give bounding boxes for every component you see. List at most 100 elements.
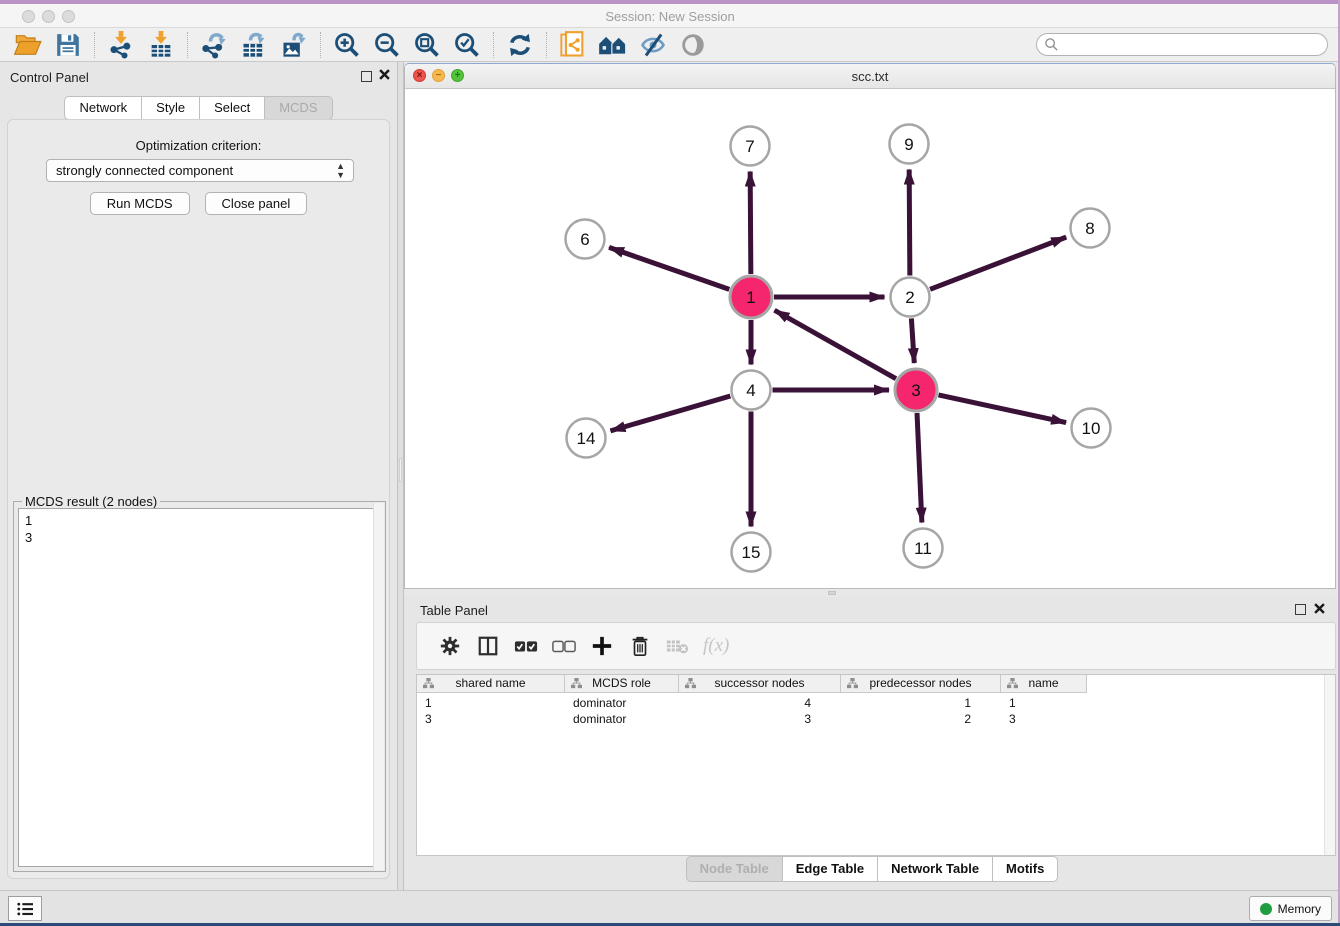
result-scrollbar[interactable] [373, 503, 384, 870]
import-table-icon[interactable] [146, 31, 176, 59]
table-cell[interactable]: 2 [841, 711, 1001, 727]
graph-edge-4-14[interactable] [610, 396, 730, 431]
open-session-icon[interactable] [13, 31, 43, 59]
home-icon[interactable] [598, 31, 628, 59]
function-builder-icon: f(x) [703, 635, 729, 657]
table-cell[interactable]: 3 [1001, 711, 1087, 727]
memory-status-icon [1260, 903, 1272, 915]
mcds-result-groupbox: MCDS result (2 nodes) 1 3 [13, 501, 386, 872]
table-tabs: Node Table Edge Table Network Table Moti… [404, 856, 1340, 882]
column-header-shared-name[interactable]: shared name [417, 675, 565, 693]
delete-column-icon[interactable] [627, 633, 653, 659]
column-header-name[interactable]: name [1001, 675, 1087, 693]
memory-button[interactable]: Memory [1249, 896, 1332, 921]
table-row[interactable]: 1dominator411 [417, 695, 1087, 711]
table-row[interactable]: 3dominator323 [417, 711, 1087, 727]
hierarchy-icon [423, 678, 434, 689]
control-panel-tabs: Network Style Select MCDS [0, 96, 397, 120]
export-network-icon[interactable] [199, 31, 229, 59]
delete-table-icon [665, 633, 691, 659]
table-cell[interactable]: 4 [679, 695, 841, 711]
close-panel-icon[interactable] [1314, 603, 1325, 614]
column-layout-icon[interactable] [475, 633, 501, 659]
graph-edge-2-9[interactable] [909, 169, 910, 275]
column-header-successor-nodes[interactable]: successor nodes [679, 675, 841, 693]
tab-mcds[interactable]: MCDS [265, 96, 332, 120]
tab-network-table[interactable]: Network Table [878, 856, 993, 882]
criterion-value: strongly connected component [56, 163, 233, 178]
table-scrollbar[interactable] [1324, 675, 1335, 855]
float-panel-icon[interactable] [361, 71, 372, 82]
mcds-result-text[interactable]: 1 3 [18, 508, 381, 867]
network-file-icon[interactable] [558, 31, 588, 59]
export-image-icon[interactable] [279, 31, 309, 59]
splitter-grip[interactable] [828, 591, 836, 595]
graph-node-label: 11 [914, 539, 932, 558]
horizontal-splitter[interactable] [404, 589, 1340, 596]
app-title: Session: New Session [0, 9, 1340, 24]
graph-node-label: 9 [904, 135, 913, 154]
close-panel-icon[interactable] [379, 69, 390, 80]
graph-edge-1-7[interactable] [750, 171, 751, 274]
table-cell[interactable]: 1 [841, 695, 1001, 711]
control-panel-title: Control Panel [10, 70, 89, 85]
run-mcds-button[interactable]: Run MCDS [90, 192, 190, 215]
close-panel-button[interactable]: Close panel [205, 192, 308, 215]
column-header-MCDS-role[interactable]: MCDS role [565, 675, 679, 693]
settings-gear-icon[interactable] [437, 633, 463, 659]
graph-node-label: 15 [742, 543, 761, 562]
tab-select[interactable]: Select [200, 96, 265, 120]
export-table-icon[interactable] [239, 31, 269, 59]
tab-edge-table[interactable]: Edge Table [783, 856, 878, 882]
criterion-dropdown[interactable]: strongly connected component ▲▼ [46, 159, 354, 182]
refresh-icon[interactable] [505, 31, 535, 59]
table-cell[interactable]: dominator [565, 711, 679, 727]
toolbar-separator [187, 32, 188, 58]
import-network-icon[interactable] [106, 31, 136, 59]
table-cell[interactable]: 1 [417, 695, 565, 711]
tab-network[interactable]: Network [64, 96, 142, 120]
graph-node-label: 2 [905, 288, 914, 307]
table-cell[interactable]: 3 [417, 711, 565, 727]
zoom-selected-icon[interactable] [452, 31, 482, 59]
splitter-grip[interactable] [399, 458, 402, 482]
graph-edge-3-10[interactable] [938, 395, 1066, 423]
title-bar: Session: New Session [0, 4, 1340, 28]
deselect-all-icon[interactable] [551, 633, 577, 659]
zoom-in-icon[interactable] [332, 31, 362, 59]
task-history-button[interactable] [8, 896, 42, 921]
zoom-out-icon[interactable] [372, 31, 402, 59]
table-cell[interactable]: 3 [679, 711, 841, 727]
show-icon[interactable] [678, 31, 708, 59]
float-panel-icon[interactable] [1295, 604, 1306, 615]
graph-edge-2-3[interactable] [911, 318, 914, 363]
table-cell[interactable]: 1 [1001, 695, 1087, 711]
mcds-panel: Optimization criterion: strongly connect… [7, 119, 390, 879]
column-header-predecessor-nodes[interactable]: predecessor nodes [841, 675, 1001, 693]
graph-edge-1-6[interactable] [609, 247, 729, 289]
add-column-icon[interactable] [589, 633, 615, 659]
graph-edge-2-8[interactable] [930, 237, 1066, 289]
vertical-splitter[interactable] [397, 62, 404, 890]
graph-canvas[interactable]: 1234678910111415 [405, 90, 1335, 588]
graph-edge-3-1[interactable] [775, 310, 896, 378]
graph-edge-3-11[interactable] [917, 413, 922, 523]
node-table[interactable]: shared nameMCDS rolesuccessor nodesprede… [416, 674, 1336, 856]
toolbar-separator [320, 32, 321, 58]
table-cell[interactable]: dominator [565, 695, 679, 711]
hierarchy-icon [571, 678, 582, 689]
graph-node-label: 6 [580, 230, 589, 249]
hide-icon[interactable] [638, 31, 668, 59]
tab-motifs[interactable]: Motifs [993, 856, 1058, 882]
hierarchy-icon [1007, 678, 1018, 689]
save-session-icon[interactable] [53, 31, 83, 59]
zoom-fit-icon[interactable] [412, 31, 442, 59]
graph-node-label: 7 [745, 137, 754, 156]
network-window: × − + scc.txt 1234678910111415 [404, 63, 1336, 589]
tab-style[interactable]: Style [142, 96, 200, 120]
search-input[interactable] [1036, 33, 1328, 56]
select-all-icon[interactable] [513, 633, 539, 659]
graph-node-label: 4 [746, 381, 755, 400]
tab-node-table[interactable]: Node Table [686, 856, 783, 882]
network-window-titlebar: × − + scc.txt [405, 64, 1335, 89]
